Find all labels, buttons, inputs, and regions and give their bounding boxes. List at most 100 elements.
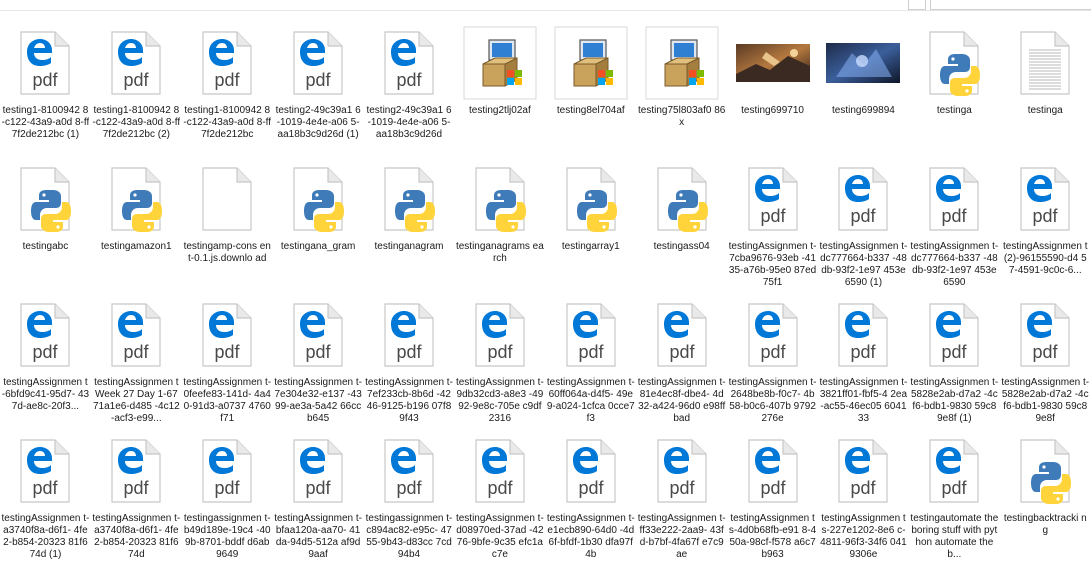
file-item[interactable]: pdf testingAssignmen t-d08970ed-37ad -42…: [454, 426, 545, 562]
file-item[interactable]: pdf testing1-8100942 8-c122-43a9-a0d 8-f…: [182, 18, 273, 154]
pdf-file-icon: pdf: [460, 431, 540, 511]
file-name: testingAssignmen t-7e304e32-e137 -4399-a…: [274, 377, 363, 424]
file-item[interactable]: pdf testingAssignmen t-0feefe83-141d- 4a…: [182, 290, 273, 426]
file-name: testing2-49c39a1 6-1019-4e4e-a06 5-aa18b…: [366, 105, 452, 140]
python-file-icon: [1005, 431, 1085, 511]
python-file-icon: [914, 23, 994, 103]
file-name: testingAssignmen t-7cba9676-93eb -4135-a…: [728, 241, 817, 288]
file-item[interactable]: pdf testingAssignmen t-dc777664-b337 -48…: [818, 154, 909, 290]
file-item[interactable]: pdf testingAssignmen t-bfaa120a-aa70- 41…: [273, 426, 364, 562]
svg-text:pdf: pdf: [851, 206, 877, 226]
file-item[interactable]: testinganagrams earch: [454, 154, 545, 290]
file-item[interactable]: pdf testingAssignmen t-60ff064a-d4f5- 49…: [545, 290, 636, 426]
svg-text:pdf: pdf: [760, 342, 786, 362]
svg-text:pdf: pdf: [487, 478, 513, 498]
svg-text:pdf: pdf: [1033, 342, 1059, 362]
pdf-file-icon: pdf: [187, 431, 267, 511]
file-name: testingAssignmen ts-4d0b68fb-e91 8-450a-…: [728, 513, 817, 560]
pdf-file-icon: pdf: [551, 295, 631, 375]
file-item[interactable]: pdf testingAssignmen t-2648be8b-f0c7- 4b…: [727, 290, 818, 426]
file-item[interactable]: pdf testing1-8100942 8-c122-43a9-a0d 8-f…: [91, 18, 182, 154]
pdf-file-icon: pdf: [733, 295, 813, 375]
python-file-icon: [551, 159, 631, 239]
file-item[interactable]: testingamazon1: [91, 154, 182, 290]
file-item[interactable]: pdf testingAssignmen t-3821ff01-fbf5-4 2…: [818, 290, 909, 426]
file-item[interactable]: pdf testingassignmen t-c894ac82-e95c- 47…: [364, 426, 455, 562]
svg-text:pdf: pdf: [851, 342, 877, 362]
file-item[interactable]: pdf testing2-49c39a1 6-1019-4e4e-a06 5-a…: [273, 18, 364, 154]
file-item[interactable]: testing8el704af: [545, 18, 636, 154]
file-item[interactable]: testingabc: [0, 154, 91, 290]
file-name: testingAssignmen t-a3740f8a-d6f1- 4fe2-b…: [1, 513, 90, 560]
file-name: testing699710: [741, 105, 804, 116]
file-name: testingamazon1: [101, 241, 172, 252]
pdf-file-icon: pdf: [278, 295, 358, 375]
file-item[interactable]: pdf testingAssignmen ts-4d0b68fb-e91 8-4…: [727, 426, 818, 562]
file-item[interactable]: testingbacktracki ng: [1000, 426, 1091, 562]
pdf-file-icon: pdf: [823, 295, 903, 375]
file-item[interactable]: pdf testingassignmen t-b49d189e-19c4 -40…: [182, 426, 273, 562]
svg-text:pdf: pdf: [669, 342, 695, 362]
window-toolbar: [0, 0, 1091, 11]
svg-text:pdf: pdf: [578, 342, 604, 362]
pdf-file-icon: pdf: [278, 23, 358, 103]
file-item[interactable]: pdf testing2-49c39a1 6-1019-4e4e-a06 5-a…: [364, 18, 455, 154]
pdf-file-icon: pdf: [823, 159, 903, 239]
file-item[interactable]: pdf testingAssignmen t (2)-96155590-d4 5…: [1000, 154, 1091, 290]
file-item[interactable]: testing699894: [818, 18, 909, 154]
file-item[interactable]: pdf testingAssignmen t-7e304e32-e137 -43…: [273, 290, 364, 426]
svg-text:pdf: pdf: [396, 342, 422, 362]
file-item[interactable]: testingamp-cons ent-0.1.js.downlo ad: [182, 154, 273, 290]
file-name: testinga: [936, 105, 972, 116]
file-name: testinga: [1027, 105, 1063, 116]
file-item[interactable]: pdf testingAssignmen t-5828e2ab-d7a2 -4c…: [909, 290, 1000, 426]
file-item[interactable]: testingass04: [636, 154, 727, 290]
svg-text:pdf: pdf: [942, 342, 968, 362]
file-item[interactable]: testing75l803af0 86x: [636, 18, 727, 154]
file-item[interactable]: pdf testingAssignmen t-ff33e222-2aa9- 43…: [636, 426, 727, 562]
file-item[interactable]: pdf testingAssignmen t -6bfd9c41-95d7- 4…: [0, 290, 91, 426]
file-item[interactable]: pdf testingAssignmen t-a3740f8a-d6f1- 4f…: [91, 426, 182, 562]
svg-text:pdf: pdf: [124, 70, 150, 90]
file-item[interactable]: testing2tlj02af: [454, 18, 545, 154]
python-file-icon: [460, 159, 540, 239]
file-item[interactable]: pdf testingAssignmen t Week 27 Day 1-677…: [91, 290, 182, 426]
svg-text:pdf: pdf: [33, 70, 59, 90]
file-item[interactable]: pdf testingAssignmen t-81e4ec8f-dbe4- 4d…: [636, 290, 727, 426]
file-item[interactable]: testingana_gram: [273, 154, 364, 290]
pdf-file-icon: pdf: [5, 23, 85, 103]
file-item[interactable]: testingarray1: [545, 154, 636, 290]
file-item[interactable]: pdf testingAssignmen t-7ef233cb-8b6d -42…: [364, 290, 455, 426]
file-name: testingAssignmen t-9db32cd3-a8e3 -4992-9…: [455, 377, 544, 424]
file-item[interactable]: pdf testingautomate the boring stuff wit…: [909, 426, 1000, 562]
file-name: testingAssignmen t-a3740f8a-d6f1- 4fe2-b…: [92, 513, 181, 560]
file-item[interactable]: testinga: [1000, 18, 1091, 154]
file-item[interactable]: pdf testingAssignmen t-a3740f8a-d6f1- 4f…: [0, 426, 91, 562]
file-name: testing1-8100942 8-c122-43a9-a0d 8-ff7f2…: [92, 105, 181, 140]
file-item[interactable]: pdf testingAssignmen t-dc777664-b337 -48…: [909, 154, 1000, 290]
search-input[interactable]: [930, 0, 1091, 10]
pdf-file-icon: pdf: [96, 295, 176, 375]
file-item[interactable]: pdf testingAssignmen t-e1ecb890-64d0 -4d…: [545, 426, 636, 562]
dropdown-button[interactable]: [908, 0, 926, 10]
file-item[interactable]: pdf testingAssignmen t-9db32cd3-a8e3 -49…: [454, 290, 545, 426]
file-item[interactable]: pdf testingAssignmen ts-227e1202-8e6 c-4…: [818, 426, 909, 562]
svg-text:pdf: pdf: [851, 478, 877, 498]
svg-text:pdf: pdf: [215, 478, 241, 498]
svg-text:pdf: pdf: [124, 342, 150, 362]
file-name: testingAssignmen t-3821ff01-fbf5-4 2ea-a…: [819, 377, 908, 424]
file-item[interactable]: pdf testingAssignmen t-5828e2ab-d7a2 -4c…: [1000, 290, 1091, 426]
file-item[interactable]: pdf testing1-8100942 8-c122-43a9-a0d 8-f…: [0, 18, 91, 154]
file-item[interactable]: testinga: [909, 18, 1000, 154]
file-item[interactable]: testing699710: [727, 18, 818, 154]
file-item[interactable]: pdf testingAssignmen t-7cba9676-93eb -41…: [727, 154, 818, 290]
file-name: testingass04: [653, 241, 710, 252]
python-file-icon: [96, 159, 176, 239]
file-name: testingAssignmen t-2648be8b-f0c7- 4b58-b…: [728, 377, 817, 424]
file-item[interactable]: testinganagram: [364, 154, 455, 290]
pdf-file-icon: pdf: [5, 295, 85, 375]
image-thumbnail-icon: [733, 23, 813, 103]
svg-text:pdf: pdf: [124, 478, 150, 498]
pdf-file-icon: pdf: [460, 295, 540, 375]
pdf-file-icon: pdf: [187, 23, 267, 103]
